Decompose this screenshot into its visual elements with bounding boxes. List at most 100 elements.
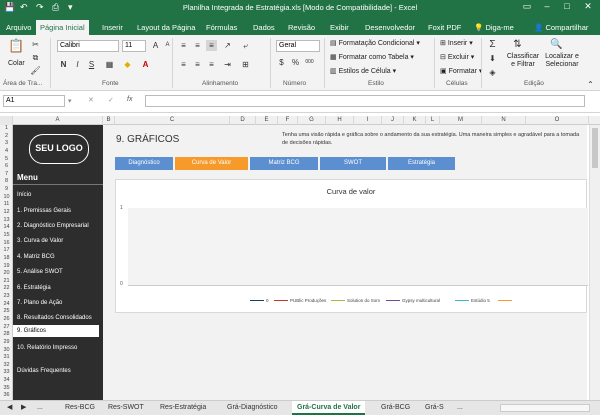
orientation-icon[interactable]: ↗ <box>222 40 233 51</box>
clear-icon[interactable]: ◈ <box>487 67 498 78</box>
column-header[interactable]: F <box>278 116 298 125</box>
row-header[interactable]: 12 <box>0 209 13 217</box>
nav-button-diagnostico[interactable]: Diagnóstico <box>115 157 173 170</box>
collapse-ribbon-icon[interactable]: ⌃ <box>585 79 596 90</box>
row-header[interactable]: 2 <box>0 133 13 141</box>
row-header[interactable]: 33 <box>0 369 13 377</box>
merge-center-icon[interactable]: ⊞ <box>240 59 251 70</box>
column-header[interactable]: L <box>426 116 440 125</box>
name-box[interactable]: A1 <box>3 95 65 107</box>
sidebar-item-swot[interactable]: 5. Análise SWOT <box>17 266 103 278</box>
row-header[interactable]: 32 <box>0 362 13 370</box>
align-top-icon[interactable]: ≡ <box>178 40 189 51</box>
tab-formulas[interactable]: Fórmulas <box>202 20 241 35</box>
find-select-button[interactable]: Localizar e Selecionar <box>542 53 582 69</box>
column-header[interactable]: E <box>256 116 278 125</box>
sidebar-item-estrategia[interactable]: 6. Estratégia <box>17 282 103 294</box>
sheet-tab-res-bcg[interactable]: Res-BCG <box>60 401 100 415</box>
row-header[interactable]: 36 <box>0 392 13 400</box>
row-header[interactable]: 34 <box>0 377 13 385</box>
sidebar-item-bcg[interactable]: 4. Matriz BCG <box>17 251 103 263</box>
nav-button-curva-de-valor[interactable]: Curva de Valor <box>175 157 248 170</box>
nav-button-estrategia[interactable]: Estratégia <box>388 157 455 170</box>
column-header[interactable]: K <box>404 116 426 125</box>
column-header[interactable]: G <box>298 116 326 125</box>
sidebar-item-inicio[interactable]: Início <box>17 189 103 201</box>
column-header[interactable]: H <box>326 116 354 125</box>
row-header[interactable]: 9 <box>0 186 13 194</box>
row-header[interactable]: 31 <box>0 354 13 362</box>
function-icon[interactable]: fx <box>127 96 132 103</box>
row-header[interactable]: 29 <box>0 339 13 347</box>
row-header[interactable]: 14 <box>0 224 13 232</box>
nav-button-matriz-bcg[interactable]: Matriz BCG <box>250 157 318 170</box>
conditional-format-button[interactable]: ▤ Formatação Condicional ▾ <box>330 39 420 47</box>
sheet-tab-res-swot[interactable]: Res-SWOT <box>103 401 149 415</box>
font-name-select[interactable]: Calibri <box>57 40 119 52</box>
row-header[interactable]: 16 <box>0 240 13 248</box>
row-header[interactable]: 7 <box>0 171 13 179</box>
share-button[interactable]: 👤 Compartilhar <box>530 20 592 35</box>
row-header[interactable]: 27 <box>0 324 13 332</box>
tab-desenvolvedor[interactable]: Desenvolvedor <box>361 20 419 35</box>
row-header[interactable]: 28 <box>0 331 13 339</box>
row-header[interactable]: 11 <box>0 201 13 209</box>
row-header[interactable]: 19 <box>0 263 13 271</box>
sidebar-item-relatorio[interactable]: 10. Relatório Impresso <box>17 342 103 354</box>
row-header[interactable]: 30 <box>0 347 13 355</box>
tab-layout[interactable]: Layout da Página <box>133 20 199 35</box>
fill-color-icon[interactable]: ◆ <box>122 59 133 70</box>
sheet-tab-gra-bcg[interactable]: Grá-BCG <box>376 401 415 415</box>
align-middle-icon[interactable]: ≡ <box>192 40 203 51</box>
sheet-tab-gra-s[interactable]: Grá-S <box>420 401 449 415</box>
sidebar-item-diagnostico[interactable]: 2. Diagnóstico Empresarial <box>17 220 103 232</box>
row-header[interactable]: 15 <box>0 232 13 240</box>
row-header[interactable]: 20 <box>0 270 13 278</box>
indent-icon[interactable]: ⇥ <box>222 59 233 70</box>
scrollbar-thumb[interactable] <box>592 128 598 168</box>
format-painter-icon[interactable]: 🖌 <box>30 65 41 76</box>
thousands-icon[interactable]: 000 <box>304 57 315 68</box>
sort-filter-button[interactable]: Classificar e Filtrar <box>505 53 541 69</box>
cell-styles-button[interactable]: ▥ Estilos de Célula ▾ <box>330 67 396 75</box>
cancel-icon[interactable]: ✕ <box>88 96 94 104</box>
column-header[interactable]: B <box>103 116 115 125</box>
sidebar-item-curva[interactable]: 3. Curva de Valor <box>17 235 103 247</box>
minimize-icon[interactable]: – <box>538 1 556 11</box>
tab-foxit[interactable]: Foxit PDF <box>424 20 465 35</box>
sidebar-item-graficos[interactable]: 9. Gráficos <box>13 325 99 337</box>
row-header[interactable]: 26 <box>0 316 13 324</box>
tab-revisao[interactable]: Revisão <box>284 20 319 35</box>
sheet-tab-more[interactable]: ... <box>32 401 48 415</box>
row-header[interactable]: 22 <box>0 285 13 293</box>
delete-cells-button[interactable]: ⊟ Excluir ▾ <box>440 53 474 61</box>
horizontal-scrollbar[interactable] <box>500 404 590 412</box>
copy-icon[interactable]: ⧉ <box>30 52 41 63</box>
namebox-dropdown-icon[interactable]: ▾ <box>68 97 72 105</box>
column-header[interactable]: C <box>115 116 230 125</box>
row-header[interactable]: 21 <box>0 278 13 286</box>
font-size-select[interactable]: 11 <box>122 40 146 52</box>
sheet-tab-gra-diagnostico[interactable]: Grá-Diagnóstico <box>222 401 283 415</box>
italic-button[interactable]: I <box>72 59 83 70</box>
format-table-button[interactable]: ▦ Formatar como Tabela ▾ <box>330 53 414 61</box>
grow-font-icon[interactable]: A <box>150 40 161 51</box>
underline-button[interactable]: S <box>86 59 97 70</box>
cut-icon[interactable]: ✂ <box>30 39 41 50</box>
borders-icon[interactable]: ▦ <box>104 59 115 70</box>
bold-button[interactable]: N <box>58 59 69 70</box>
font-color-icon[interactable]: A <box>140 59 151 70</box>
format-cells-button[interactable]: ▣ Formatar ▾ <box>440 67 482 75</box>
sheet-nav-next-icon[interactable]: ▶ <box>16 401 31 415</box>
align-left-icon[interactable]: ≡ <box>178 59 189 70</box>
row-header[interactable]: 13 <box>0 217 13 225</box>
sidebar-item-duvidas[interactable]: Dúvidas Frequentes <box>17 365 103 377</box>
number-format-select[interactable]: Geral <box>276 40 320 52</box>
column-header[interactable]: M <box>440 116 482 125</box>
autosum-icon[interactable]: Σ <box>487 39 498 50</box>
tab-dados[interactable]: Dados <box>249 20 279 35</box>
row-header[interactable]: 17 <box>0 247 13 255</box>
maximize-icon[interactable]: □ <box>558 1 576 11</box>
tab-pagina-inicial[interactable]: Página Inicial <box>36 20 89 35</box>
column-header[interactable]: D <box>230 116 256 125</box>
